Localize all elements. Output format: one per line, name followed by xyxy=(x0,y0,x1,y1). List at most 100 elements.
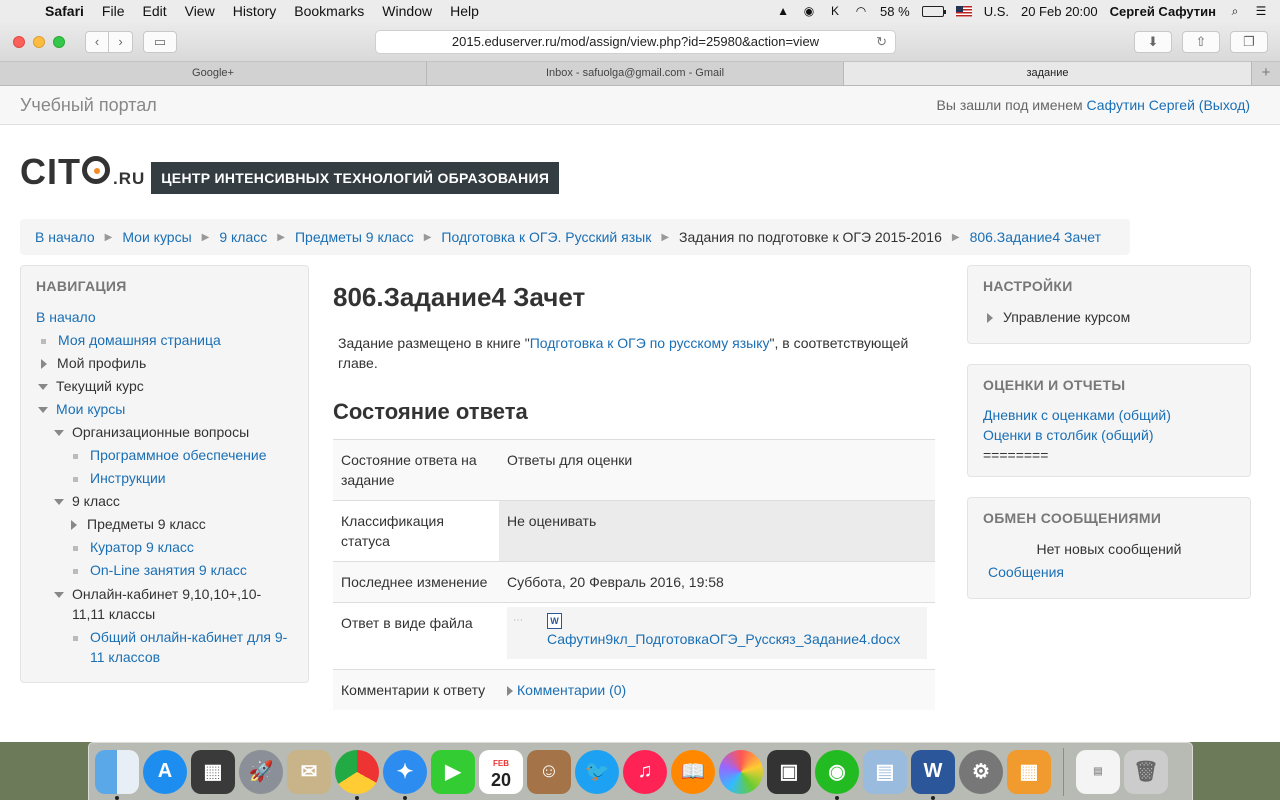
k-app-icon[interactable]: K xyxy=(828,4,842,18)
nav-home-link[interactable]: В начало xyxy=(36,309,96,325)
nav-curator9-link[interactable]: Куратор 9 класс xyxy=(90,539,194,555)
nav-common-cabinet-link-2[interactable]: 11 классов xyxy=(73,649,160,665)
menu-view[interactable]: View xyxy=(176,3,224,19)
photo-app-icon[interactable]: ▦ xyxy=(191,749,235,794)
calculator-icon[interactable]: ▦ xyxy=(1007,749,1051,794)
menu-bookmarks[interactable]: Bookmarks xyxy=(285,3,373,19)
us-flag-icon[interactable] xyxy=(955,5,972,17)
nav-common-cabinet-link-1[interactable]: Общий онлайн-кабинет для 9- xyxy=(90,629,287,645)
drive-icon[interactable]: ▲ xyxy=(776,4,790,18)
expand-arrow-icon[interactable] xyxy=(507,686,513,697)
intro-suffix-2: главе. xyxy=(338,355,378,371)
wifi-icon[interactable]: ◠ xyxy=(854,4,868,18)
nav-current-course[interactable]: Текущий курс xyxy=(36,375,293,398)
status-circle-icon[interactable]: ◉ xyxy=(802,4,816,18)
nav-org-questions[interactable]: Организационные вопросы xyxy=(36,421,293,444)
breadcrumb-course[interactable]: Подготовка к ОГЭ. Русский язык xyxy=(441,229,651,245)
site-name[interactable]: Учебный портал xyxy=(20,95,157,116)
ibooks-icon[interactable]: 📖 xyxy=(671,749,715,794)
user-profile-link[interactable]: Сафутин Сергей xyxy=(1087,97,1195,113)
messages-link[interactable]: Сообщения xyxy=(988,564,1064,580)
menu-user[interactable]: Сергей Сафутин xyxy=(1110,4,1216,19)
trash-icon[interactable]: 🗑 xyxy=(1124,749,1168,794)
collapse-arrow-icon[interactable] xyxy=(38,407,48,414)
connect-app-icon[interactable]: ◉ xyxy=(815,749,859,800)
finder-icon[interactable] xyxy=(95,749,139,800)
itunes-icon[interactable]: ♫ xyxy=(623,749,667,794)
tab-overview-button[interactable]: ❐ xyxy=(1230,31,1268,53)
mail-stamp-icon[interactable]: ✉ xyxy=(287,749,331,794)
menu-app-name[interactable]: Safari xyxy=(36,3,93,19)
nav-subjects9[interactable]: Предметы 9 класс xyxy=(36,513,293,536)
battery-icon[interactable] xyxy=(921,5,946,17)
nav-online9-link[interactable]: On-Line занятия 9 класс xyxy=(90,562,247,578)
grades-links: Дневник с оценками (общий) Оценки в стол… xyxy=(983,405,1235,465)
facetime-icon[interactable]: ▶ xyxy=(431,749,475,794)
breadcrumb-my-courses[interactable]: Мои курсы xyxy=(122,229,191,245)
menu-help[interactable]: Help xyxy=(441,3,488,19)
breadcrumb-home[interactable]: В начало xyxy=(35,229,95,245)
photo-booth-icon[interactable]: ▣ xyxy=(767,749,811,794)
nav-instructions-link[interactable]: Инструкции xyxy=(90,470,166,486)
address-bar[interactable]: 2015.eduserver.ru/mod/assign/view.php?id… xyxy=(375,30,896,54)
contacts-icon[interactable]: ☺ xyxy=(527,749,571,794)
nav-grade9[interactable]: 9 класс xyxy=(36,490,293,513)
bullet-icon xyxy=(73,568,78,574)
document-stack-icon[interactable]: ▤ xyxy=(1076,749,1120,794)
breadcrumb-assignment[interactable]: 806.Задание4 Зачет xyxy=(970,229,1101,245)
menu-history[interactable]: History xyxy=(224,3,286,19)
battery-percent[interactable]: 58 % xyxy=(880,4,910,19)
sidebar-toggle-button[interactable]: ▭ xyxy=(143,30,177,53)
twitter-icon[interactable]: 🐦 xyxy=(575,749,619,794)
downloads-button[interactable]: ⬇ xyxy=(1134,31,1172,53)
menu-edit[interactable]: Edit xyxy=(133,3,175,19)
menu-clock[interactable]: 20 Feb 20:00 xyxy=(1021,4,1098,19)
breadcrumb-grade9[interactable]: 9 класс xyxy=(219,229,267,245)
nav-my-home-link[interactable]: Моя домашняя страница xyxy=(58,332,221,348)
course-admin-label: Управление курсом xyxy=(1003,309,1131,325)
preview-icon[interactable]: ▤ xyxy=(863,749,907,794)
gradebook-link[interactable]: Дневник с оценками (общий) xyxy=(983,407,1171,423)
system-preferences-icon[interactable]: ⚙ xyxy=(959,749,1003,794)
chrome-icon[interactable] xyxy=(335,749,379,800)
word-icon[interactable]: W xyxy=(911,749,955,800)
course-admin-item[interactable]: Управление курсом xyxy=(983,306,1235,329)
menu-window[interactable]: Window xyxy=(373,3,441,19)
share-button[interactable]: ⇧ xyxy=(1182,31,1220,53)
grades-column-link[interactable]: Оценки в столбик (общий) xyxy=(983,427,1153,443)
logo-text: CIT xyxy=(20,151,81,192)
nav-my-profile[interactable]: Мой профиль xyxy=(36,352,293,375)
dock-separator xyxy=(1063,747,1064,796)
input-source[interactable]: U.S. xyxy=(984,4,1009,19)
logout-link[interactable]: (Выход) xyxy=(1199,97,1250,113)
nav-online-cabinet[interactable]: Онлайн-кабинет 9,10,10+,10- 11,11 классы xyxy=(36,584,293,624)
photos-icon[interactable] xyxy=(719,749,763,794)
safari-icon[interactable]: ✦ xyxy=(383,749,427,800)
zoom-window-button[interactable] xyxy=(53,35,65,48)
calendar-icon[interactable]: FEB 20 xyxy=(479,749,523,794)
no-messages-text: Нет новых сообщений xyxy=(1036,541,1182,557)
nav-software-link[interactable]: Программное обеспечение xyxy=(90,447,267,463)
tab-assignment[interactable]: задание xyxy=(844,62,1252,85)
minimize-window-button[interactable] xyxy=(33,35,45,48)
comments-link[interactable]: Комментарии (0) xyxy=(517,682,626,698)
breadcrumb-subjects9[interactable]: Предметы 9 класс xyxy=(295,229,414,245)
logo-banner: ЦЕНТР ИНТЕНСИВНЫХ ТЕХНОЛОГИЙ ОБРАЗОВАНИЯ xyxy=(151,162,560,194)
reload-icon[interactable]: ↻ xyxy=(876,31,887,53)
back-button[interactable]: ‹ xyxy=(85,30,109,53)
login-prefix: Вы зашли под именем xyxy=(936,97,1083,113)
tab-gmail[interactable]: Inbox - safuolga@gmail.com - Gmail xyxy=(427,62,844,85)
submitted-file-link[interactable]: Сафутин9кл_ПодготовкаОГЭ_Русскяз_Задание… xyxy=(547,631,900,647)
site-logo[interactable]: CIT .RU ЦЕНТР ИНТЕНСИВНЫХ ТЕХНОЛОГИЙ ОБРА… xyxy=(20,151,560,194)
spotlight-search-icon[interactable]: ⌕ xyxy=(1228,4,1242,18)
nav-my-courses-link[interactable]: Мои курсы xyxy=(56,401,125,417)
book-link[interactable]: Подготовка к ОГЭ по русскому языку xyxy=(530,335,770,351)
menu-file[interactable]: File xyxy=(93,3,134,19)
tab-google-plus[interactable]: Google+ xyxy=(0,62,427,85)
launchpad-icon[interactable]: 🚀 xyxy=(239,749,283,794)
notification-center-icon[interactable]: ☰ xyxy=(1254,4,1268,18)
app-store-icon[interactable]: A xyxy=(143,749,187,794)
close-window-button[interactable] xyxy=(13,35,25,48)
new-tab-button[interactable]: + xyxy=(1252,62,1280,85)
forward-button[interactable]: › xyxy=(109,30,133,53)
